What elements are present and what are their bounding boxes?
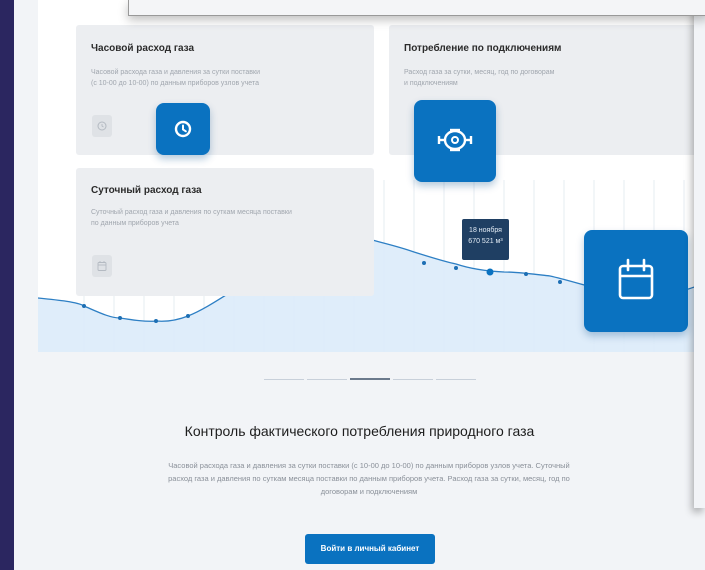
- section-description: Часовой расхода газа и давления за сутки…: [168, 461, 570, 496]
- clock-icon: [156, 103, 210, 155]
- card-hourly-consumption[interactable]: Часовой расход газа Часовой расхода газа…: [76, 25, 374, 155]
- carousel-dot[interactable]: [436, 379, 476, 380]
- chart-tooltip: 18 ноября 670 521 м³: [462, 219, 509, 260]
- card-description: Расход газа за сутки, месяц, год по дого…: [404, 69, 555, 87]
- login-button[interactable]: Войти в личный кабинет: [305, 534, 435, 564]
- card-daily-consumption[interactable]: Суточный расход газа Суточный расход газ…: [76, 168, 374, 296]
- feature-showcase: Часовой расход газа Часовой расхода газа…: [38, 0, 705, 352]
- gas-meter-icon: [414, 100, 496, 182]
- tooltip-value: 670 521 м³: [468, 238, 503, 245]
- overlay-panel-top: [128, 0, 705, 16]
- carousel-dot[interactable]: [307, 379, 347, 380]
- clock-icon: [92, 115, 112, 137]
- calendar-icon: [92, 255, 112, 277]
- card-title: Часовой расход газа: [91, 43, 195, 54]
- tooltip-date: 18 ноября: [469, 227, 502, 234]
- carousel-dot[interactable]: [264, 379, 304, 380]
- card-title: Потребление по подключениям: [404, 43, 562, 54]
- page: Часовой расход газа Часовой расхода газа…: [14, 0, 705, 570]
- section-heading: Контроль фактического потребления природ…: [184, 423, 535, 439]
- carousel-dot-active[interactable]: [350, 378, 390, 380]
- carousel-dot[interactable]: [393, 379, 433, 380]
- card-description: Часовой расхода газа и давления за сутки…: [91, 69, 260, 87]
- calendar-icon: [584, 230, 688, 332]
- card-description: Суточный расход газа и давления по сутка…: [91, 209, 292, 227]
- chart-point-highlighted: [486, 268, 494, 276]
- card-title: Суточный расход газа: [91, 185, 202, 196]
